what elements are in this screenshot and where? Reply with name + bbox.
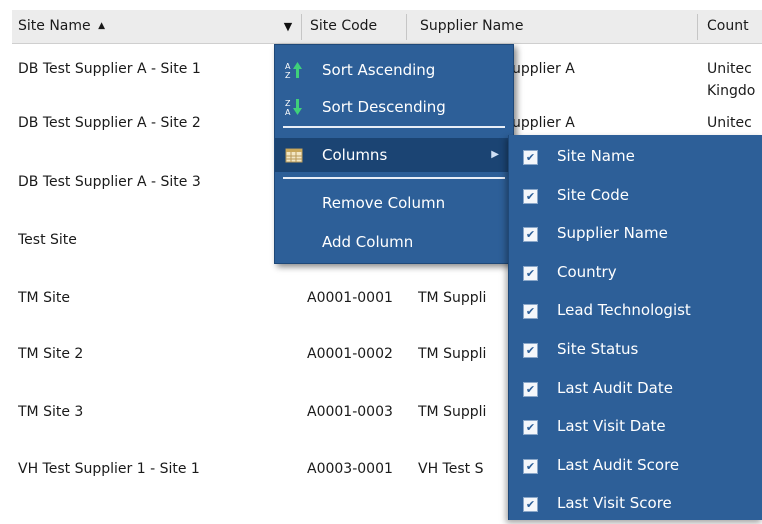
sort-ascending-indicator-icon: ▲: [98, 21, 106, 31]
svg-text:A: A: [285, 108, 291, 116]
menu-item-remove-column[interactable]: Remove Column: [275, 186, 513, 220]
columns-submenu: ✔ Site Name ✔ Site Code ✔ Supplier Name ✔ Count…: [508, 135, 762, 520]
header-country[interactable]: Count: [707, 10, 762, 43]
menu-item-sort-ascending[interactable]: A Z Sort Ascending: [275, 53, 513, 87]
submenu-item-label: Last Visit Score: [557, 494, 672, 513]
cell-site-name: DB Test Supplier A - Site 1: [18, 61, 201, 77]
header-site-code[interactable]: Site Code: [310, 10, 377, 43]
menu-item-add-column[interactable]: Add Column: [275, 225, 513, 259]
column-visibility-checkbox[interactable]: ✔: [523, 420, 538, 436]
menu-item-label: Sort Descending: [322, 98, 446, 116]
submenu-item-column-toggle[interactable]: ✔ Site Status: [509, 332, 762, 370]
menu-item-label: Columns: [322, 146, 388, 164]
svg-text:Z: Z: [285, 71, 291, 79]
cell-supplier: TM Suppli: [418, 404, 487, 420]
submenu-item-label: Site Name: [557, 147, 635, 165]
submenu-item-column-toggle[interactable]: ✔ Last Visit Date: [509, 409, 762, 447]
cell-site-code: A0001-0001: [307, 290, 393, 306]
column-visibility-checkbox[interactable]: ✔: [523, 304, 538, 320]
submenu-item-label: Site Code: [557, 185, 629, 204]
submenu-item-label: Site Status: [557, 340, 639, 358]
submenu-item-label: Last Visit Date: [557, 417, 666, 436]
cell-supplier: TM Suppli: [418, 290, 487, 306]
column-visibility-checkbox[interactable]: ✔: [523, 188, 538, 204]
cell-site-name: DB Test Supplier A - Site 3: [18, 174, 201, 190]
header-supplier-name[interactable]: Supplier Name: [420, 10, 523, 43]
menu-item-sort-descending[interactable]: Z A Sort Descending: [275, 90, 513, 124]
cell-country: Unitec: [707, 115, 752, 131]
header-divider: [301, 14, 302, 40]
submenu-item-column-toggle[interactable]: ✔ Country: [509, 255, 762, 293]
cell-supplier: upplier A: [512, 61, 575, 77]
menu-item-label: Remove Column: [322, 194, 446, 212]
cell-site-name: TM Site: [18, 290, 70, 306]
cell-site-name: TM Site 2: [18, 346, 84, 362]
svg-text:A: A: [285, 62, 291, 71]
menu-item-columns[interactable]: Columns ▶: [275, 138, 513, 172]
column-visibility-checkbox[interactable]: ✔: [523, 227, 538, 243]
header-site-name-label: Site Name: [18, 18, 91, 34]
sort-ascending-icon: A Z: [285, 62, 302, 79]
submenu-item-label: Lead Technologist: [557, 301, 691, 320]
submenu-item-label: Last Audit Date: [557, 378, 673, 397]
submenu-arrow-icon: ▶: [491, 149, 499, 160]
menu-item-label: Sort Ascending: [322, 61, 436, 79]
menu-separator: [283, 126, 505, 128]
submenu-item-column-toggle[interactable]: ✔ Site Name: [509, 139, 762, 177]
submenu-item-column-toggle[interactable]: ✔ Last Audit Date: [509, 371, 762, 409]
column-visibility-checkbox[interactable]: ✔: [523, 265, 538, 281]
submenu-item-label: Supplier Name: [557, 224, 668, 243]
submenu-item-column-toggle[interactable]: ✔ Lead Technologist: [509, 293, 762, 331]
cell-site-code: A0001-0002: [307, 346, 393, 362]
sort-descending-icon: Z A: [285, 99, 302, 116]
submenu-item-column-toggle[interactable]: ✔ Last Audit Score: [509, 448, 762, 486]
header-divider: [697, 14, 698, 40]
header-site-name[interactable]: Site Name ▲: [18, 10, 105, 43]
submenu-item-column-toggle[interactable]: ✔ Last Visit Score: [509, 486, 762, 524]
svg-text:Z: Z: [285, 99, 291, 108]
cell-site-name: TM Site 3: [18, 404, 84, 420]
cell-supplier: VH Test S: [418, 461, 484, 477]
grid-header: [12, 10, 762, 44]
header-divider: [406, 14, 407, 40]
menu-item-label: Add Column: [322, 233, 414, 251]
column-visibility-checkbox[interactable]: ✔: [523, 381, 538, 397]
column-visibility-checkbox[interactable]: ✔: [523, 497, 538, 513]
cell-site-name: DB Test Supplier A - Site 2: [18, 115, 201, 131]
cell-country: Unitec Kingdo: [707, 61, 756, 99]
cell-site-name: VH Test Supplier 1 - Site 1: [18, 461, 200, 477]
cell-supplier: TM Suppli: [418, 346, 487, 362]
submenu-item-label: Last Audit Score: [557, 455, 680, 474]
menu-separator: [283, 177, 505, 179]
submenu-item-column-toggle[interactable]: ✔ Supplier Name: [509, 216, 762, 254]
column-context-menu: A Z Sort Ascending Z A Sort Descending C…: [274, 44, 514, 264]
cell-site-code: A0003-0001: [307, 461, 393, 477]
column-menu-dropdown-button[interactable]: ▼: [275, 12, 301, 42]
column-visibility-checkbox[interactable]: ✔: [523, 343, 538, 358]
cell-supplier: upplier A: [512, 115, 575, 131]
cell-site-code: A0001-0003: [307, 404, 393, 420]
columns-grid-icon: [285, 148, 303, 163]
column-visibility-checkbox[interactable]: ✔: [523, 150, 538, 165]
submenu-item-label: Country: [557, 262, 617, 281]
cell-site-name: Test Site: [18, 232, 77, 248]
column-visibility-checkbox[interactable]: ✔: [523, 458, 538, 474]
submenu-item-column-toggle[interactable]: ✔ Site Code: [509, 178, 762, 216]
